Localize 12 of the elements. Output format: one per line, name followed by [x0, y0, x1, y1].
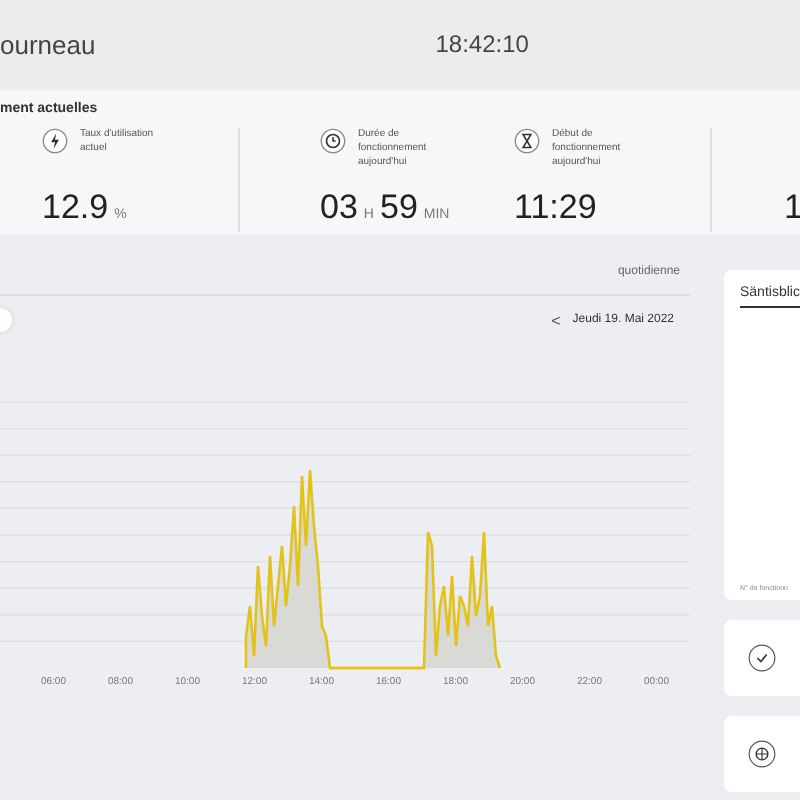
metric-value: 59 — [379, 188, 418, 228]
metric-value: 12.9 — [42, 188, 109, 228]
globe-icon — [748, 740, 776, 768]
clock-time: 18:42:10 — [435, 30, 529, 58]
check-icon — [748, 644, 776, 672]
bolt-icon — [42, 128, 68, 154]
metric-value: 11:29 — [514, 188, 597, 228]
hourglass-icon — [514, 128, 540, 154]
page-title: ourneau — [0, 29, 96, 59]
clock-icon — [320, 128, 346, 154]
previous-day-button[interactable]: < — [551, 311, 561, 329]
metric-value: 03 — [320, 188, 358, 228]
